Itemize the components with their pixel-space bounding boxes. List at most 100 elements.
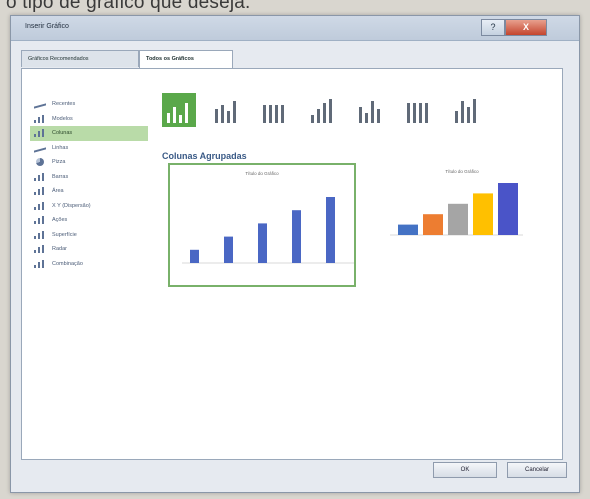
subtype-bar-icon	[263, 105, 266, 123]
subtype-bar-icon	[281, 105, 284, 123]
subtype-bar-icon	[473, 99, 476, 123]
subtype-bar-icon	[233, 101, 236, 123]
preview-bar	[258, 223, 267, 263]
tab-recommended[interactable]: Gráficos Recomendados	[21, 50, 139, 67]
category-item[interactable]: Combinação	[30, 257, 148, 272]
category-item[interactable]: Área	[30, 184, 148, 199]
subtype-bar-icon	[467, 107, 470, 123]
category-label: Barras	[52, 173, 69, 180]
chart-panel: Recentes Modelos Colunas Linhas Pizza Barras Á…	[21, 68, 563, 460]
page-caption: o tipo de gráfico que deseja.	[6, 0, 251, 13]
category-label: Combinação	[52, 260, 83, 267]
area-chart-icon	[34, 187, 46, 196]
subtype-bar-icon	[227, 111, 230, 123]
window-title: Inserir Gráfico	[25, 23, 69, 30]
subtype-bar-icon	[461, 101, 464, 123]
preview-bar	[190, 249, 199, 263]
stock-chart-icon	[34, 216, 46, 225]
subtype-bar-icon	[311, 115, 314, 123]
category-item[interactable]: Radar	[30, 242, 148, 257]
subtype-bar-icon	[329, 99, 332, 123]
folder-icon	[34, 114, 46, 123]
category-label: Pizza	[52, 159, 66, 166]
category-item[interactable]: Barras	[30, 170, 148, 185]
subtype-bar-icon	[407, 103, 410, 123]
bar-chart-icon	[34, 172, 46, 181]
preview-left-chart: Título do Gráfico	[182, 171, 360, 264]
category-label: Ações	[52, 217, 68, 224]
category-label: Modelos	[52, 115, 73, 122]
category-item[interactable]: Superfície	[30, 228, 148, 243]
preview-bar	[498, 183, 518, 235]
column-chart-icon	[34, 129, 46, 138]
subtype-bar-icon	[359, 107, 362, 123]
chart-subtype-button[interactable]	[258, 93, 292, 127]
title-bar: Inserir Gráfico ? X	[11, 16, 579, 41]
tab-all-charts[interactable]: Todos os Gráficos	[139, 50, 233, 69]
preview-left[interactable]: Título do Gráfico	[168, 163, 360, 287]
subtype-bar-icon	[275, 105, 278, 123]
subtype-bar-icon	[215, 109, 218, 123]
chart-category-list: Recentes Modelos Colunas Linhas Pizza Barras Á…	[30, 97, 148, 271]
subtype-bar-icon	[419, 103, 422, 123]
ok-button[interactable]: OK	[433, 462, 497, 478]
preview-title: Título do Gráfico	[445, 169, 479, 174]
category-label: X Y (Dispersão)	[52, 202, 91, 209]
preview-bar	[473, 193, 493, 235]
subtype-bar-icon	[455, 111, 458, 123]
subtype-bar-icon	[425, 103, 428, 123]
cancel-button[interactable]: Cancelar	[507, 462, 567, 478]
subtype-bar-icon	[365, 113, 368, 123]
preview-right-chart: Título do Gráfico	[390, 169, 523, 236]
category-label: Recentes	[52, 101, 76, 108]
insert-chart-dialog: Inserir Gráfico ? X Gráficos Recomendado…	[10, 15, 580, 493]
surface-chart-icon	[34, 230, 46, 239]
subtype-bar-icon	[185, 103, 188, 123]
preview-title: Título do Gráfico	[245, 171, 279, 176]
category-item[interactable]: Linhas	[30, 141, 148, 156]
category-item[interactable]: X Y (Dispersão)	[30, 199, 148, 214]
subtype-bar-icon	[317, 109, 320, 123]
radar-chart-icon	[34, 245, 46, 254]
preview-bar	[448, 203, 468, 235]
pie-chart-icon	[36, 158, 44, 167]
preview-bar	[398, 224, 418, 235]
preview-bar	[423, 214, 443, 235]
combo-chart-icon	[34, 259, 46, 268]
subtype-bar-icon	[413, 103, 416, 123]
category-label: Radar	[52, 246, 67, 253]
subtype-bar-icon	[323, 103, 326, 123]
line-chart-icon	[34, 143, 46, 153]
subtype-bar-icon	[167, 113, 170, 123]
subtype-bar-icon	[173, 107, 176, 123]
category-label: Linhas	[52, 144, 69, 151]
chart-subtype-button[interactable]	[354, 93, 388, 127]
chart-subtype-button[interactable]	[162, 93, 196, 127]
subtype-bar-icon	[221, 105, 224, 123]
chart-subtype-button[interactable]	[306, 93, 340, 127]
preview-bar	[326, 197, 335, 263]
subtype-bar-icon	[179, 115, 182, 123]
category-item[interactable]: Recentes	[30, 97, 148, 112]
preview-bar	[224, 236, 233, 263]
chart-subtype-button[interactable]	[450, 93, 484, 127]
subtype-bar-icon	[377, 109, 380, 123]
category-label: Superfície	[52, 231, 77, 238]
category-item[interactable]: Modelos	[30, 112, 148, 127]
category-label: Área	[52, 188, 64, 195]
close-button[interactable]: X	[505, 19, 547, 36]
category-item[interactable]: Ações	[30, 213, 148, 228]
category-item[interactable]: Pizza	[30, 155, 148, 170]
category-label: Colunas	[52, 130, 73, 137]
chart-subtype-button[interactable]	[402, 93, 436, 127]
help-button[interactable]: ?	[481, 19, 505, 36]
subtype-title: Colunas Agrupadas	[162, 151, 247, 161]
subtype-bar-icon	[371, 101, 374, 123]
category-item[interactable]: Colunas	[30, 126, 148, 141]
chart-subtype-button[interactable]	[210, 93, 244, 127]
preview-bar	[292, 210, 301, 263]
scatter-chart-icon	[34, 201, 46, 210]
recent-icon	[34, 99, 46, 109]
subtype-bar-icon	[269, 105, 272, 123]
preview-right[interactable]: Título do Gráfico	[358, 163, 558, 283]
